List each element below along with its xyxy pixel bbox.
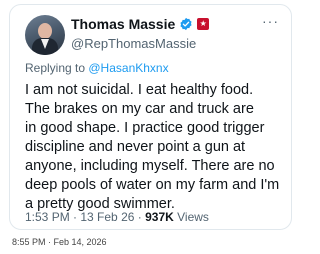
author-name[interactable]: Thomas Massie [71, 16, 175, 32]
author-handle[interactable]: @RepThomasMassie [71, 36, 196, 51]
meta-separator: · [69, 210, 81, 224]
us-flag-icon: ★ [197, 18, 210, 30]
verified-badge-icon [180, 17, 192, 31]
author-avatar[interactable] [25, 15, 65, 55]
more-options-icon[interactable]: ··· [262, 13, 279, 29]
avatar-face [38, 23, 52, 39]
views-label: Views [173, 210, 209, 224]
screenshot-timestamp: 8:55 PM · Feb 14, 2026 [12, 237, 107, 247]
replying-to: Replying to @HasanKhxnx [25, 61, 169, 75]
tweet-time[interactable]: 1:53 PM [25, 210, 70, 224]
views-count: 937K [145, 210, 174, 224]
tweet-date[interactable]: 13 Feb 26 [80, 210, 134, 224]
meta-separator: · [134, 210, 146, 224]
tweet-card[interactable]: Thomas Massie ★ @RepThomasMassie ··· Rep… [9, 4, 292, 230]
author-name-row: Thomas Massie ★ [71, 16, 210, 32]
tweet-meta: 1:53 PM · 13 Feb 26 · 937K Views [25, 210, 209, 224]
reply-prefix: Replying to [25, 61, 89, 75]
tweet-text: I am not suicidal. I eat healthy food. T… [25, 82, 280, 212]
reply-mention-link[interactable]: @HasanKhxnx [88, 61, 168, 75]
